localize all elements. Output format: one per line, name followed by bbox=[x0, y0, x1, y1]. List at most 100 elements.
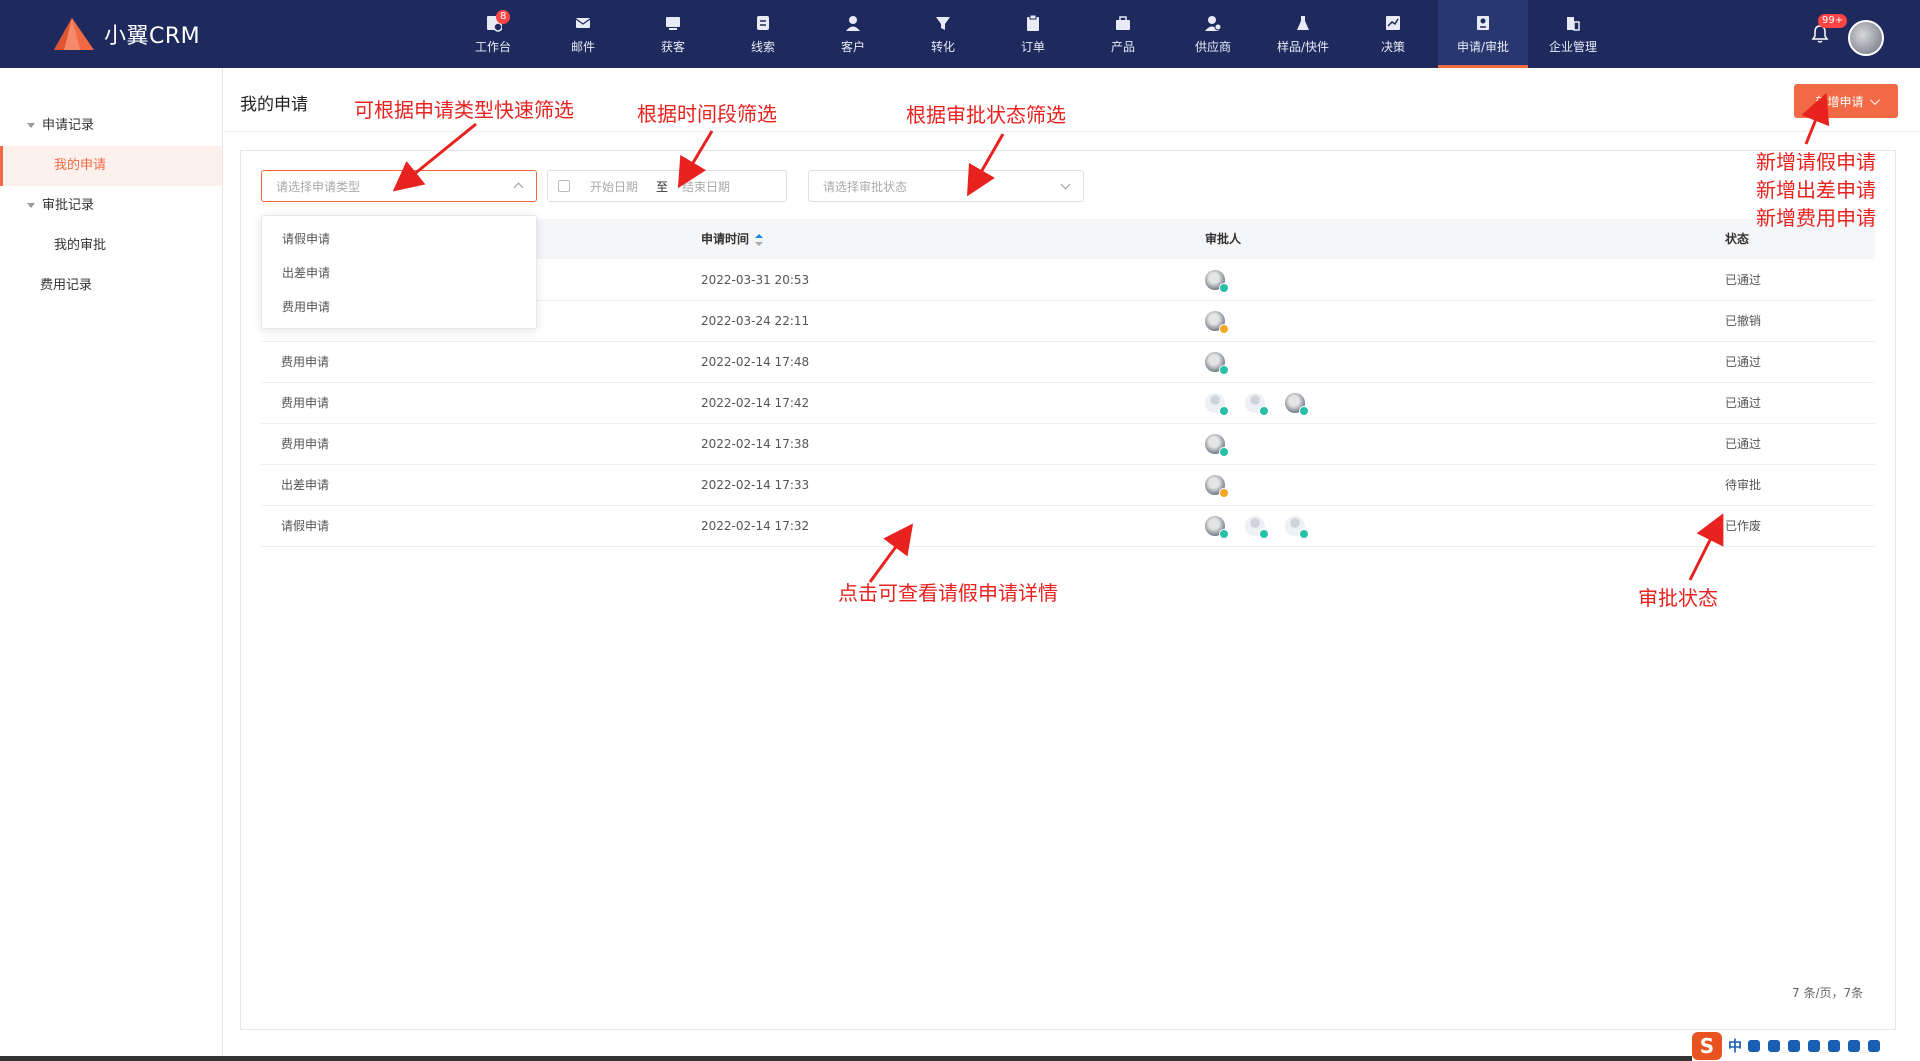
user-icon[interactable] bbox=[1828, 1039, 1840, 1052]
cell-type: 费用申请 bbox=[281, 396, 330, 410]
nav-item-5[interactable]: 转化 bbox=[898, 0, 988, 68]
cell-time: 2022-02-14 17:32 bbox=[701, 519, 810, 533]
application-type-dropdown: 请假申请 出差申请 费用申请 bbox=[261, 215, 537, 329]
flask-icon bbox=[1297, 15, 1309, 30]
column-header-status: 状态 bbox=[1725, 232, 1750, 246]
cell-status: 已通过 bbox=[1725, 273, 1762, 287]
nav-item-label: 获客 bbox=[660, 39, 685, 54]
check-badge-icon bbox=[1299, 406, 1309, 416]
approver-avatar bbox=[1205, 434, 1229, 457]
sort-icon[interactable] bbox=[755, 233, 764, 246]
sidebar-group-label: 审批记录 bbox=[42, 198, 95, 213]
dropdown-option-trip[interactable]: 出差申请 bbox=[262, 256, 536, 290]
approval-status-select[interactable]: 请选择审批状态 bbox=[808, 170, 1084, 202]
acquire-icon bbox=[666, 16, 680, 30]
punctuation-icon[interactable] bbox=[1748, 1039, 1760, 1052]
end-date-input[interactable]: 结束日期 bbox=[682, 178, 730, 195]
pending-badge-icon bbox=[1219, 324, 1229, 334]
mail-icon bbox=[575, 17, 591, 28]
ime-mode-label[interactable]: 中 bbox=[1728, 1036, 1742, 1056]
table-row[interactable]: 出差申请 2022-02-14 17:33 待审批 bbox=[261, 465, 1875, 506]
table-row[interactable]: 费用申请 2022-02-14 17:48 已通过 bbox=[261, 342, 1875, 383]
column-header-label: 申请时间 bbox=[701, 232, 750, 246]
annotation-type-filter: 可根据申请类型快速筛选 bbox=[354, 98, 574, 122]
order-icon bbox=[1027, 14, 1039, 31]
table-row[interactable]: 费用申请 2022-02-14 17:42 已通过 bbox=[261, 383, 1875, 424]
approver-avatar bbox=[1205, 352, 1229, 375]
nav-item-label: 供应商 bbox=[1194, 39, 1231, 54]
brand-name: 小翼CRM bbox=[104, 24, 201, 49]
column-header-approver: 审批人 bbox=[1205, 232, 1242, 246]
nav-item-2[interactable]: 获客 bbox=[628, 0, 718, 68]
skin-icon[interactable] bbox=[1848, 1039, 1860, 1052]
cell-approvers bbox=[1205, 465, 1245, 505]
nav-item-7[interactable]: 产品 bbox=[1078, 0, 1168, 68]
approver-avatar bbox=[1205, 393, 1229, 416]
annotation-approval-status: 审批状态 bbox=[1638, 586, 1718, 610]
cell-time: 2022-03-31 20:53 bbox=[701, 273, 810, 287]
nav-item-label: 订单 bbox=[1020, 39, 1045, 54]
sidebar-group-approvals[interactable]: 审批记录 bbox=[0, 186, 222, 226]
chevron-down-icon bbox=[1060, 179, 1071, 190]
nav-item-12[interactable]: 企业管理 bbox=[1528, 0, 1618, 68]
microphone-icon[interactable] bbox=[1788, 1039, 1800, 1052]
dropdown-option-leave[interactable]: 请假申请 bbox=[262, 222, 536, 256]
status-placeholder: 请选择审批状态 bbox=[823, 179, 908, 194]
sogou-logo-icon[interactable]: S bbox=[1692, 1031, 1722, 1060]
nav-item-11[interactable]: 申请/审批 bbox=[1438, 0, 1528, 68]
cell-approvers bbox=[1205, 301, 1245, 341]
start-date-input[interactable]: 开始日期 bbox=[590, 178, 638, 195]
column-header-time[interactable]: 申请时间 bbox=[701, 219, 764, 259]
briefcase-icon bbox=[1116, 15, 1130, 30]
sidebar-group-label: 申请记录 bbox=[42, 118, 95, 133]
date-range-picker[interactable]: 开始日期 至 结束日期 bbox=[547, 170, 787, 202]
calendar-icon bbox=[558, 180, 570, 192]
approver-avatar bbox=[1285, 516, 1309, 539]
check-badge-icon bbox=[1219, 406, 1229, 416]
table-row[interactable]: 费用申请 2022-02-14 17:38 已通过 bbox=[261, 424, 1875, 465]
nav-item-label: 线索 bbox=[750, 39, 775, 54]
main-nav: 工作台 8 邮件 获客 线索 客户 转化 订单 产品 供应商 样品/快件 决策 申请/审批 企业管理 bbox=[448, 0, 1618, 68]
new-application-button[interactable]: 新增申请 bbox=[1794, 84, 1898, 118]
approver-avatar bbox=[1205, 270, 1229, 293]
dropdown-option-expense[interactable]: 费用申请 bbox=[262, 290, 536, 324]
sidebar-item-my-approvals[interactable]: 我的审批 bbox=[0, 226, 222, 266]
cell-time: 2022-02-14 17:48 bbox=[701, 355, 810, 369]
nav-item-8[interactable]: 供应商 bbox=[1168, 0, 1258, 68]
approver-avatar bbox=[1205, 475, 1229, 498]
nav-item-10[interactable]: 决策 bbox=[1348, 0, 1438, 68]
cell-status: 已撤销 bbox=[1725, 314, 1762, 328]
top-navigation-bar: 小翼CRM 工作台 8 邮件 获客 线索 客户 转化 订单 产品 供应商 样品/快件 决策 申请/审批 企… bbox=[0, 0, 1920, 68]
nav-item-0[interactable]: 工作台 8 bbox=[448, 0, 538, 68]
chevron-up-icon bbox=[513, 182, 524, 193]
logo-icon bbox=[54, 18, 94, 50]
caret-down-icon bbox=[27, 123, 35, 128]
toolbox-icon[interactable] bbox=[1868, 1039, 1880, 1052]
sidebar-item-expense-records[interactable]: 费用记录 bbox=[0, 266, 222, 306]
check-badge-icon bbox=[1299, 529, 1309, 539]
application-type-select[interactable]: 请选择申请类型 bbox=[261, 170, 537, 202]
nav-item-label: 样品/快件 bbox=[1276, 39, 1330, 54]
table-row[interactable]: 请假申请 2022-02-14 17:32 已作废 bbox=[261, 506, 1875, 547]
approver-avatar bbox=[1245, 516, 1269, 539]
nav-item-3[interactable]: 线索 bbox=[718, 0, 808, 68]
approval-icon bbox=[1477, 15, 1489, 30]
nav-item-6[interactable]: 订单 bbox=[988, 0, 1078, 68]
nav-item-1[interactable]: 邮件 bbox=[538, 0, 628, 68]
cell-status: 已通过 bbox=[1725, 396, 1762, 410]
check-badge-icon bbox=[1219, 283, 1229, 293]
nav-item-label: 企业管理 bbox=[1548, 39, 1597, 54]
funnel-icon bbox=[936, 16, 950, 30]
emoji-icon[interactable] bbox=[1768, 1039, 1780, 1052]
user-avatar[interactable] bbox=[1848, 20, 1884, 56]
nav-item-9[interactable]: 样品/快件 bbox=[1258, 0, 1348, 68]
brand-logo[interactable]: 小翼CRM bbox=[50, 16, 200, 52]
sidebar-group-applications[interactable]: 申请记录 bbox=[0, 106, 222, 146]
caret-down-icon bbox=[27, 203, 35, 208]
sidebar-item-my-applications[interactable]: 我的申请 bbox=[0, 146, 222, 186]
check-badge-icon bbox=[1219, 447, 1229, 457]
nav-item-4[interactable]: 客户 bbox=[808, 0, 898, 68]
nav-item-label: 申请/审批 bbox=[1456, 39, 1510, 54]
keyboard-icon[interactable] bbox=[1808, 1039, 1820, 1052]
type-placeholder: 请选择申请类型 bbox=[276, 179, 361, 194]
